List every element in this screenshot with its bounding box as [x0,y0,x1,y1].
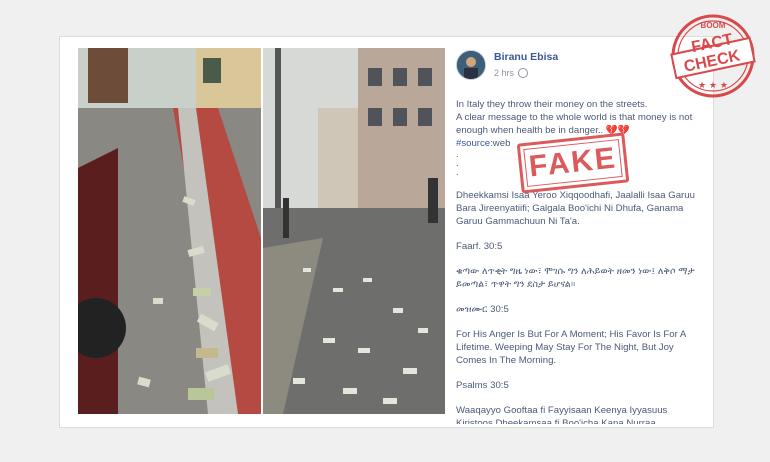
post-paragraph-2: Dheekkamsi Isaa Yeroo Xiqqoodhafi, Jaala… [456,190,695,227]
post-paragraph-4: For His Anger Is But For A Moment; His F… [456,329,686,366]
post-line: A clear message to the whole world is th… [456,112,693,136]
avatar[interactable] [456,50,486,80]
post-line: In Italy they throw their money on the s… [456,99,648,110]
fact-check-badge: BOOM FACT CHECK ★ ★ ★ [665,8,761,104]
post-paragraph-3: ቁጣው ለጥቂት ግዜ ነው፣ ሞገሱ ግን ለሕይወት ዘመን ነው፤ ለቅሶ… [456,266,695,290]
photo-right-street-scene[interactable] [263,48,445,450]
post-ref-2: መዝሙር 30:5 [456,304,509,315]
post-meta: 2 hrs [494,67,558,80]
facebook-post: Biranu Ebisa 2 hrs In Italy they throw t… [456,48,701,424]
badge-top: BOOM [701,21,726,30]
hashtag-tail: :web [490,138,511,149]
hashtag-link[interactable]: #source [456,138,490,149]
photo-left-street-money[interactable] [78,48,261,450]
badge-stars: ★ ★ ★ [698,81,728,91]
post-ref-3: Psalms 30:5 [456,380,509,391]
post-paragraph-5: Waaqayyo Gooftaa fi Fayyisaan Keenya Iyy… [456,405,668,424]
post-ref-1: Faarf. 30:5 [456,241,503,252]
post-time[interactable]: 2 hrs [494,67,514,80]
globe-icon [518,68,529,78]
author-name[interactable]: Biranu Ebisa [494,51,558,64]
